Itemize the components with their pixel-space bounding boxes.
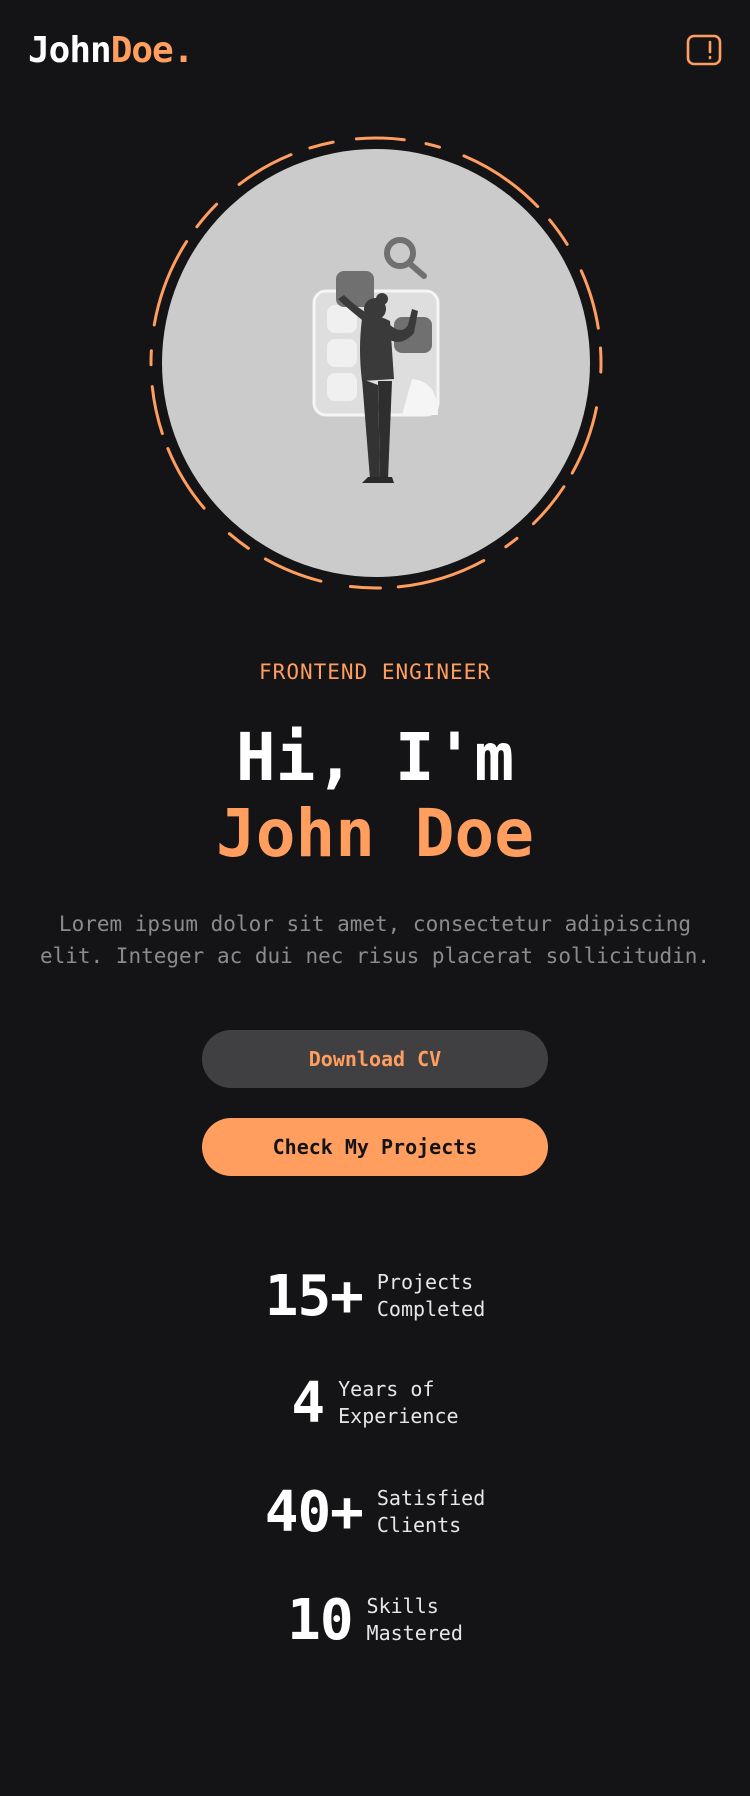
hero-avatar-circle [162,149,590,577]
check-projects-button[interactable]: Check My Projects [202,1118,548,1176]
stat-value: 40+ [264,1479,364,1545]
stat-label: Projects Completed [376,1270,486,1321]
download-cv-button[interactable]: Download CV [202,1030,548,1088]
stat-value: 4 [291,1370,325,1436]
stat-value: 15+ [264,1263,364,1329]
stat-item: 4 Years of Experience [0,1363,750,1443]
logo-dot: . [172,29,195,71]
stat-label: Years of Experience [338,1377,459,1428]
site-header: John Doe . [0,0,750,100]
portfolio-page: John Doe . FRONTEND ENGINEER Hi, I'm Joh… [0,0,750,1796]
stat-item: 15+ Projects Completed [0,1256,750,1336]
logo-last-name: Doe [110,29,174,71]
stat-value: 10 [287,1587,353,1653]
hero-name: John Doe [216,795,534,872]
menu-toggle-button[interactable] [686,33,722,67]
hero-description: Lorem ipsum dolor sit amet, consectetur … [39,912,711,968]
stat-item: 40+ Satisfied Clients [0,1472,750,1552]
person-at-dashboard-illustration [312,237,440,483]
hero-illustration-wrapper [147,134,605,592]
logo-first-name: John [28,29,112,71]
role-subtitle: FRONTEND ENGINEER [259,660,491,684]
menu-toggle-icon [686,34,722,66]
site-logo[interactable]: John Doe . [28,29,195,71]
stat-item: 10 Skills Mastered [0,1580,750,1660]
hero-greeting: Hi, I'm [235,719,515,796]
stat-label: Skills Mastered [366,1594,463,1645]
stat-label: Satisfied Clients [376,1486,486,1537]
